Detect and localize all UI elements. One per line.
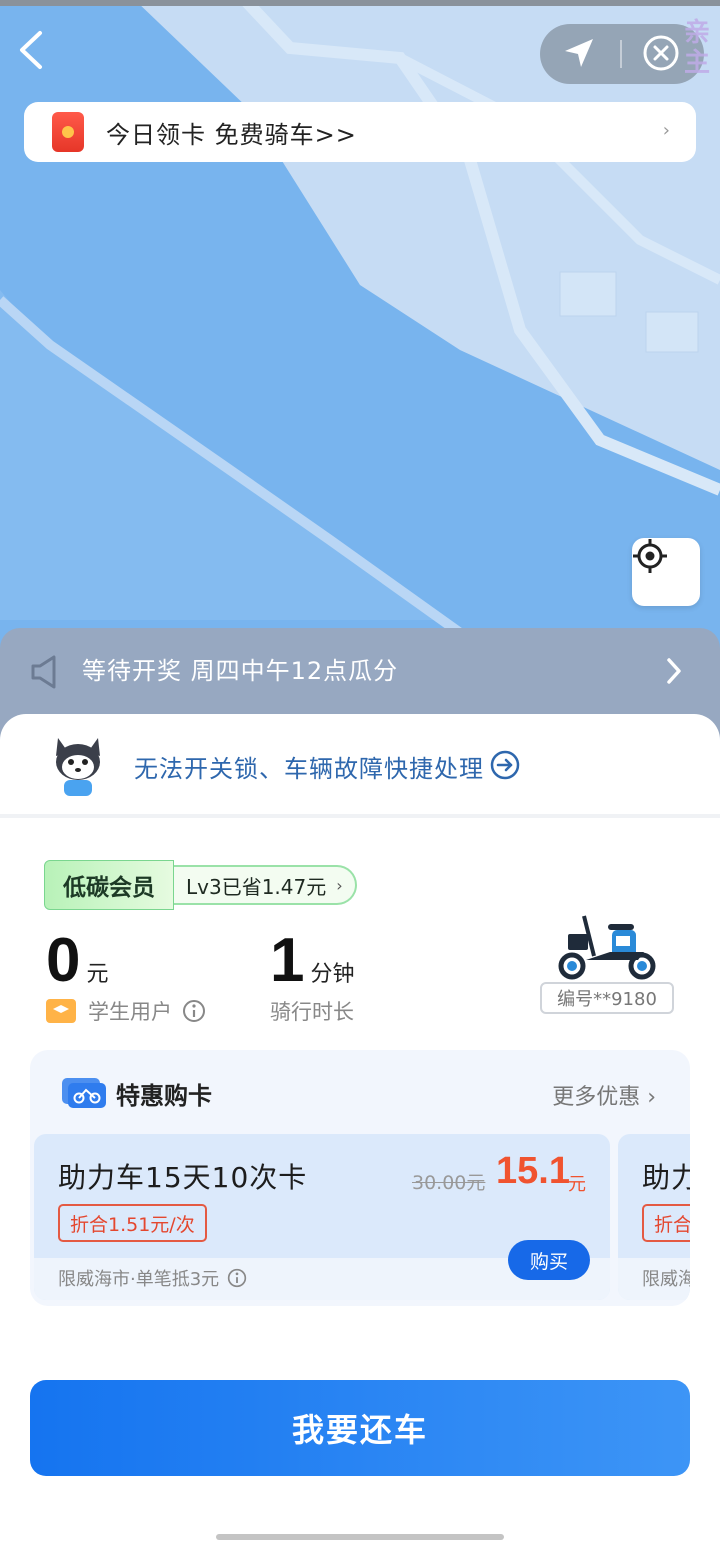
home-indicator xyxy=(216,1534,504,1540)
offers-title: 特惠购卡 xyxy=(116,1082,212,1110)
divider xyxy=(620,40,622,68)
fee-label-row[interactable]: 学生用户 xyxy=(46,996,206,1026)
info-icon[interactable] xyxy=(227,1268,247,1288)
fee-value: 0 xyxy=(46,926,81,995)
member-badge[interactable]: 低碳会员 Lv3已省1.47元 › xyxy=(44,860,357,910)
ride-duration: 1 分钟 xyxy=(270,926,355,996)
fault-help-row[interactable]: 无法开关锁、车辆故障快捷处理 xyxy=(0,714,720,814)
offer-card[interactable]: 助力车15天10次卡 折合1.51元/次 30.00元 15.1 元 限威海市·… xyxy=(34,1134,610,1300)
offers-section: 特惠购卡 更多优惠 › 助力车15天10次卡 折合1.51元/次 30.00元 … xyxy=(30,1050,690,1306)
chevron-right-icon: › xyxy=(662,120,670,141)
notice-text: 等待开奖 周四中午12点瓜分 xyxy=(82,657,399,685)
close-circle-icon xyxy=(643,35,679,71)
card-footnote: 限威海 xyxy=(642,1269,690,1290)
card-name: 助力车15天10次卡 xyxy=(58,1161,308,1194)
duration-label: 骑行时长 xyxy=(270,1000,354,1024)
fee-label: 学生用户 xyxy=(88,1000,172,1024)
section-divider xyxy=(0,814,720,818)
speaker-icon xyxy=(31,655,56,689)
navigate-button[interactable] xyxy=(562,36,606,72)
graduation-cap-icon xyxy=(46,999,76,1023)
price-unit: 元 xyxy=(568,1174,586,1195)
arrow-right-circle-icon xyxy=(490,750,520,780)
per-ride-price: 折合 xyxy=(642,1204,690,1242)
duration-unit: 分钟 xyxy=(310,962,355,987)
chevron-right-icon: › xyxy=(336,875,343,895)
original-price: 30.00元 xyxy=(412,1172,486,1194)
buy-button[interactable]: 购买 xyxy=(508,1240,590,1280)
footnote-text: 限威海市·单笔抵3元 xyxy=(58,1269,220,1290)
member-level-text: Lv3已省1.47元 xyxy=(186,874,327,899)
offer-card[interactable]: 助力 折合 限威海 xyxy=(618,1134,690,1300)
duration-value: 1 xyxy=(270,926,305,995)
more-offers-link[interactable]: 更多优惠 › xyxy=(552,1079,656,1111)
ride-sheet: 无法开关锁、车辆故障快捷处理 低碳会员 Lv3已省1.47元 › 0元 学生用户… xyxy=(0,714,720,1542)
map-controls-pill xyxy=(540,24,704,84)
back-button[interactable] xyxy=(18,30,58,78)
card-footnote: 限威海市·单笔抵3元 xyxy=(58,1265,247,1291)
help-text: 无法开关锁、车辆故障快捷处理 xyxy=(134,755,484,783)
chevron-left-icon xyxy=(20,31,42,69)
chevron-right-icon xyxy=(667,658,681,684)
info-icon xyxy=(183,1000,205,1022)
bike-card-icon xyxy=(62,1078,106,1108)
status-bar-strip xyxy=(0,0,720,6)
e-bike-icon xyxy=(558,915,656,980)
ride-fee: 0元 xyxy=(46,926,109,996)
locate-crosshair-icon xyxy=(633,539,667,573)
card-name: 助力 xyxy=(642,1161,690,1194)
per-ride-price: 折合1.51元/次 xyxy=(58,1204,207,1242)
promo-banner[interactable]: 今日领卡 免费骑车>> › xyxy=(24,102,696,162)
return-bike-button[interactable]: 我要还车 xyxy=(30,1380,690,1476)
member-level: Lv3已省1.47元 › xyxy=(174,865,357,905)
fee-unit: 元 xyxy=(86,962,109,987)
husky-mascot-icon xyxy=(56,738,100,796)
promo-text: 今日领卡 免费骑车>> xyxy=(106,120,357,149)
locate-button[interactable] xyxy=(632,538,700,606)
member-tag: 低碳会员 xyxy=(44,860,174,910)
navigation-arrow-icon xyxy=(565,39,593,67)
sale-price: 15.1 xyxy=(496,1150,570,1192)
edge-text: 亲 主 xyxy=(684,18,711,78)
bike-id: 编号**9180 xyxy=(540,982,674,1014)
red-packet-icon xyxy=(52,112,84,152)
close-button[interactable] xyxy=(642,34,682,74)
